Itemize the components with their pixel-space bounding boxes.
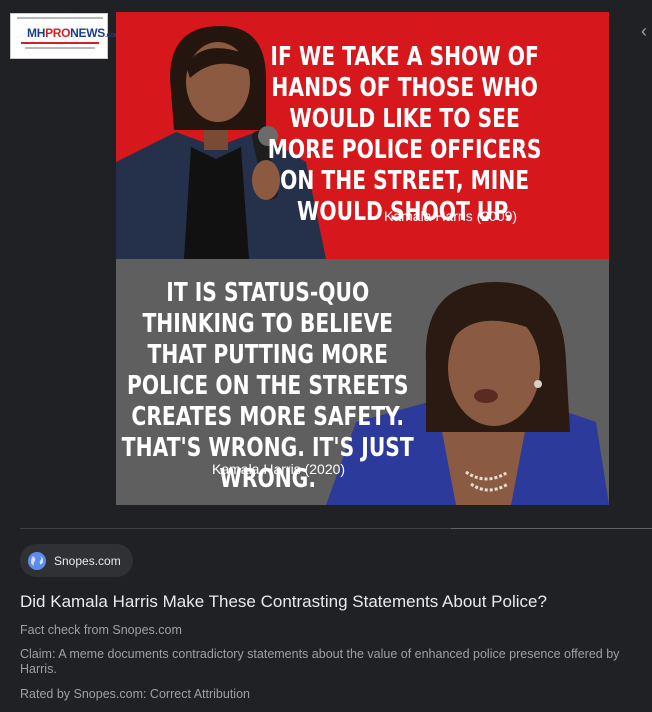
logo-tagline-top (17, 17, 103, 19)
logo-tagline-bottom (25, 47, 95, 49)
bottom-attribution: Kamala Harris (2020) (212, 461, 346, 477)
claim-text: Claim: A meme documents contradictory st… (20, 647, 620, 676)
globe-icon (28, 551, 46, 570)
divider (20, 528, 451, 529)
result-title[interactable]: Did Kamala Harris Make These Contrasting… (20, 591, 547, 613)
top-quote: IF WE TAKE A SHOW OF HANDS OF THOSE WHO … (267, 42, 542, 227)
logo-rule (21, 42, 99, 44)
logo-wordmark: MHPRONEWS.com (27, 26, 121, 40)
source-chip-label: Snopes.com (54, 553, 121, 568)
source-chip[interactable]: Snopes.com (20, 544, 133, 577)
chevron-left-icon[interactable]: ‹ (641, 22, 647, 40)
fact-check-source: Fact check from Snopes.com (20, 623, 182, 637)
mhpronews-logo: MHPRONEWS.com (10, 13, 120, 59)
top-attribution: Kamala Harris (2009) (384, 208, 518, 224)
meme-image[interactable]: IF WE TAKE A SHOW OF HANDS OF THOSE WHO … (116, 12, 609, 505)
divider (451, 528, 652, 529)
rating-text: Rated by Snopes.com: Correct Attribution (20, 687, 250, 701)
